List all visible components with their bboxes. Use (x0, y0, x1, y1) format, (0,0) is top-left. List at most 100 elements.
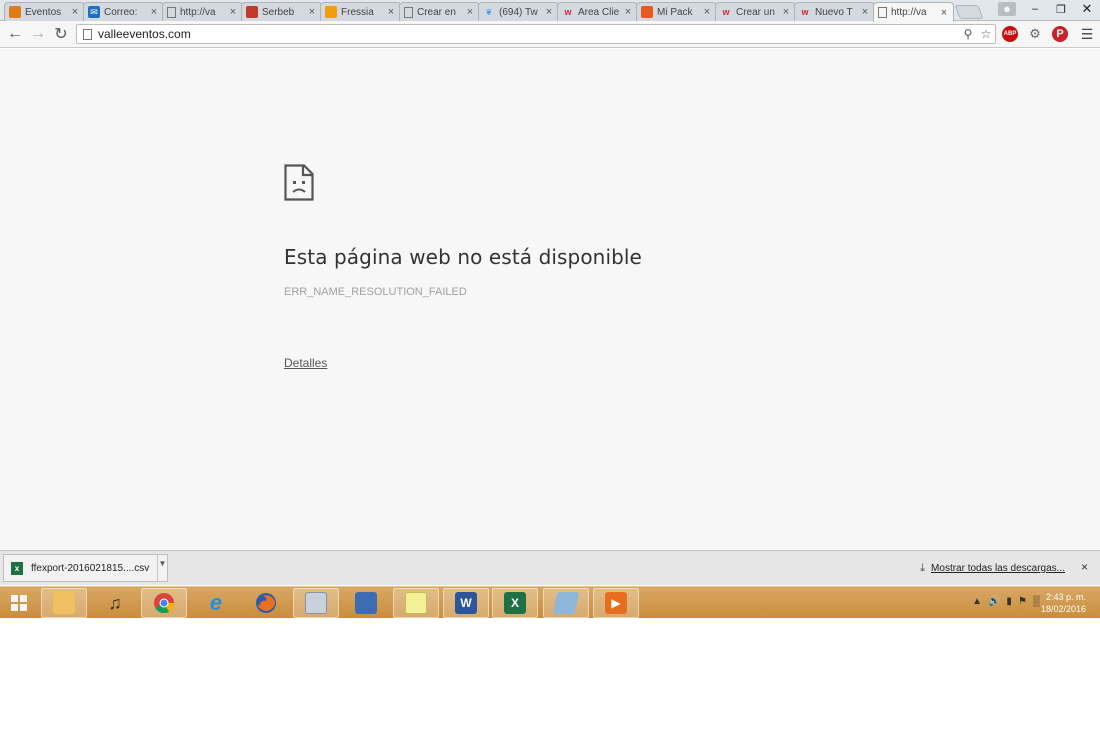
tab-close-icon[interactable]: × (70, 6, 80, 18)
tab-close-icon[interactable]: × (465, 6, 475, 18)
tab-close-icon[interactable]: × (307, 6, 317, 18)
taskbar-excel[interactable]: X (492, 588, 538, 618)
back-arrow-icon[interactable]: ← (6, 25, 24, 43)
url-input[interactable] (98, 27, 959, 41)
tab-10[interactable]: w Crear un × (715, 2, 796, 21)
chevron-down-icon[interactable]: ▼ (157, 555, 167, 581)
error-title: Esta página web no está disponible (284, 245, 642, 269)
restore-icon[interactable]: ❐ (1048, 0, 1074, 18)
taskbar-network[interactable] (343, 588, 389, 618)
signal-icon[interactable]: ▒ (1033, 596, 1040, 607)
minimize-icon[interactable]: – (1022, 0, 1048, 18)
adblock-icon[interactable]: ABP (1001, 25, 1019, 43)
system-tray: ▲ 🔊 ▮ ⚑ ▒ (972, 596, 1040, 607)
serbeb-favicon (246, 6, 258, 18)
flag-icon[interactable]: ⚑ (1018, 596, 1027, 607)
reload-icon[interactable]: ↻ (52, 25, 70, 43)
close-icon[interactable]: × (1081, 560, 1088, 574)
tab-close-icon[interactable]: × (544, 6, 554, 18)
new-tab-button[interactable] (954, 5, 984, 19)
word-icon: W (455, 592, 477, 614)
tab-label: Correo: (104, 6, 138, 18)
download-item[interactable]: x ffexport-2016021815....csv ▼ (3, 554, 168, 582)
show-all-downloads-link[interactable]: Mostrar todas las descargas... (931, 563, 1065, 574)
music-note-icon: ♫ (108, 592, 122, 613)
tab-close-icon[interactable]: × (149, 6, 159, 18)
start-button[interactable] (4, 591, 34, 615)
media-player-icon: ▶ (605, 592, 627, 614)
tab-close-icon[interactable]: × (702, 6, 712, 18)
taskbar-firefox[interactable] (243, 588, 289, 618)
clock-time: 2:43 p. m. (1045, 592, 1086, 602)
tab-3[interactable]: http://va × (162, 2, 243, 21)
tab-4[interactable]: Serbeb × (241, 2, 322, 21)
folder-icon (53, 592, 75, 614)
tab-close-icon[interactable]: × (781, 6, 791, 18)
tab-6[interactable]: Crear en × (399, 2, 480, 21)
excel-icon: X (504, 592, 526, 614)
mipack-favicon (641, 6, 653, 18)
error-code: ERR_NAME_RESOLUTION_FAILED (284, 286, 467, 298)
download-bar: x ffexport-2016021815....csv ▼ ⤓ Mostrar… (0, 550, 1100, 585)
clock[interactable]: 2:43 p. m. 18/02/2016 (1041, 591, 1086, 615)
clock-date: 18/02/2016 (1040, 604, 1086, 614)
tab-12[interactable]: http://va × (873, 2, 954, 22)
taskbar-ie[interactable]: e (193, 588, 239, 618)
calculator-icon (305, 592, 327, 614)
page-icon (878, 7, 887, 18)
internet-explorer-icon: e (209, 590, 223, 615)
tab-label: Serbeb (262, 6, 295, 18)
tab-2[interactable]: ✉ Correo: × (83, 2, 164, 21)
tab-5[interactable]: Fressia × (320, 2, 401, 21)
tab-1[interactable]: Eventos × (4, 2, 85, 21)
bookmark-star-icon[interactable]: ☆ (977, 27, 995, 41)
forward-arrow-icon[interactable]: → (29, 25, 47, 43)
page-icon (167, 6, 176, 18)
error-page: Esta página web no está disponible ERR_N… (0, 49, 1100, 550)
chevron-up-icon[interactable]: ▲ (972, 596, 982, 607)
window-controls: ☻ – ❐ ✕ (998, 0, 1100, 18)
tab-close-icon[interactable]: × (228, 6, 238, 18)
taskbar-calculator[interactable] (293, 588, 339, 618)
tab-11[interactable]: w Nuevo T × (794, 2, 875, 21)
w-favicon: w (801, 7, 809, 17)
tab-7[interactable]: ❦ (694) Tw × (478, 2, 559, 21)
show-all-downloads[interactable]: ⤓ Mostrar todas las descargas... (920, 562, 1065, 575)
tab-close-icon[interactable]: × (623, 6, 633, 18)
page-icon (404, 6, 413, 18)
power-icon[interactable]: ▮ (1006, 596, 1012, 607)
pinterest-icon[interactable]: P (1051, 25, 1069, 43)
taskbar-chrome[interactable] (141, 588, 187, 618)
address-bar[interactable]: ⚲ ☆ (76, 24, 996, 44)
sticky-notes-icon (405, 592, 427, 614)
taskbar-sticky-notes[interactable] (393, 588, 439, 618)
volume-icon[interactable]: 🔊 (988, 596, 1000, 607)
details-link[interactable]: Detalles (284, 356, 327, 370)
taskbar-app[interactable] (543, 588, 589, 618)
zoom-icon[interactable]: ⚲ (959, 27, 977, 41)
tab-strip: ☻ – ❐ ✕ Eventos × ✉ Correo: × http://va × Serbe… (0, 0, 1100, 22)
tab-8[interactable]: w Área Clie × (557, 2, 638, 21)
empty-area (0, 618, 1100, 742)
tab-label: Crear un (736, 6, 775, 18)
close-window-icon[interactable]: ✕ (1074, 0, 1100, 18)
window-app-icon (552, 592, 580, 614)
tab-close-icon[interactable]: × (860, 6, 870, 18)
tab-label: Área Clie (578, 6, 620, 18)
taskbar-explorer[interactable] (41, 588, 87, 618)
taskbar-word[interactable]: W (443, 588, 489, 618)
tab-close-icon[interactable]: × (386, 6, 396, 18)
tab-close-icon[interactable]: × (939, 7, 949, 19)
taskbar-music[interactable]: ♫ (92, 588, 138, 618)
windows-icon (11, 595, 27, 611)
tab-9[interactable]: Mi Pack × (636, 2, 717, 21)
taskbar-media[interactable]: ▶ (593, 588, 639, 618)
firefox-icon (256, 593, 276, 613)
profile-icon[interactable]: ☻ (998, 2, 1016, 16)
chrome-icon (154, 593, 175, 614)
tab-label: Nuevo T (815, 6, 853, 18)
tab-label: Mi Pack (657, 6, 693, 18)
menu-icon[interactable]: ☰ (1078, 25, 1096, 43)
gear-icon[interactable]: ⚙ (1026, 25, 1044, 43)
browser-toolbar: ← → ↻ ⚲ ☆ ABP ⚙ P ☰ (0, 21, 1100, 48)
